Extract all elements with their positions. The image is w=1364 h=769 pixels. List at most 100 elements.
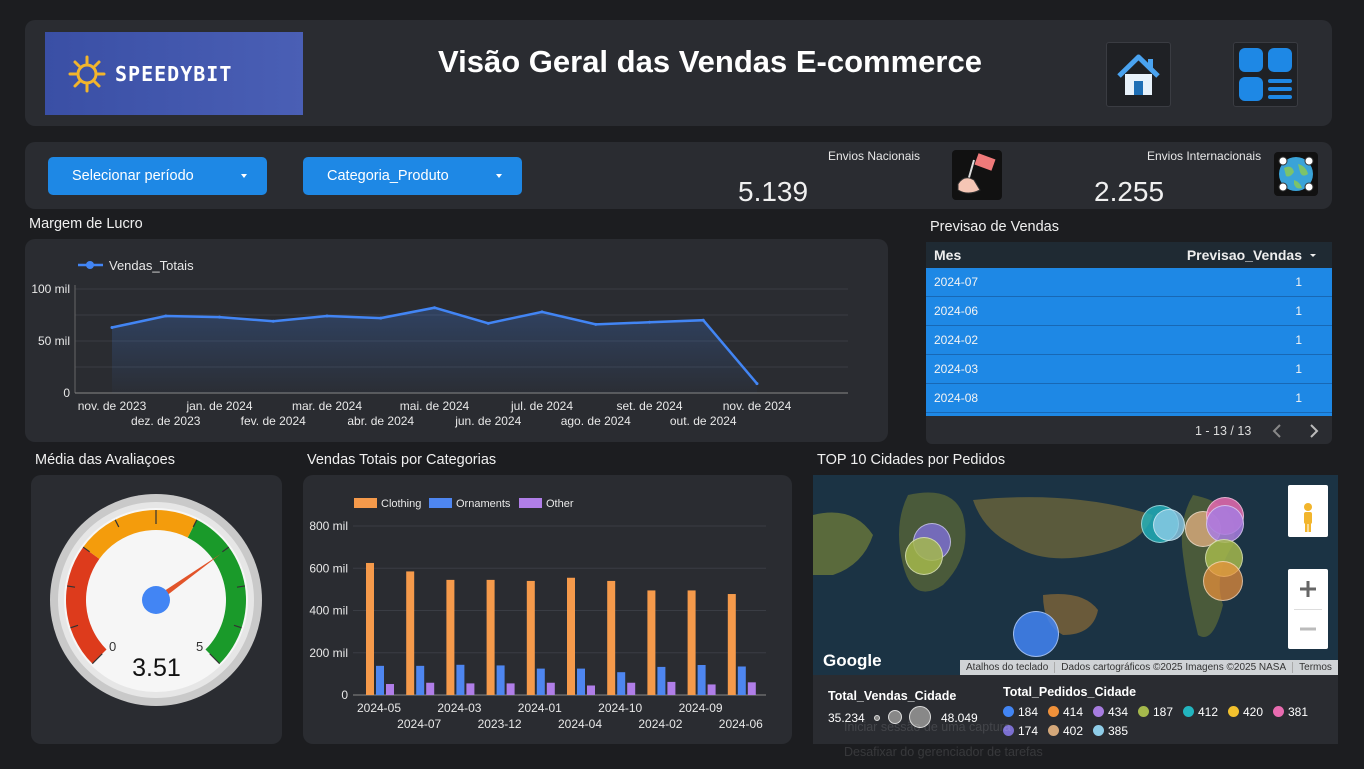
- bar-clothing: [406, 571, 415, 695]
- legend-label: Vendas_Totais: [109, 258, 194, 273]
- google-logo: Google: [823, 651, 882, 670]
- home-button[interactable]: [1106, 42, 1171, 107]
- x-tick-label: 2024-07: [397, 717, 441, 731]
- cell-month: 2024-08: [934, 391, 979, 405]
- color-legend-title: Total_Pedidos_Cidade: [1003, 685, 1137, 699]
- bar-other: [426, 682, 435, 695]
- category-selector[interactable]: Categoria_Produto: [303, 157, 522, 195]
- zoom-out-button[interactable]: [1288, 609, 1328, 649]
- bar-other: [707, 684, 716, 695]
- legend-swatch: [429, 498, 452, 508]
- legend-label: Clothing: [381, 498, 421, 510]
- city-bubble[interactable]: [1153, 509, 1185, 541]
- legend-swatch: [1273, 706, 1284, 717]
- table-row[interactable]: 2024-06 1: [926, 297, 1332, 326]
- y-tick-label: 800 mil: [309, 519, 348, 533]
- street-view-button[interactable]: [1288, 485, 1328, 537]
- legend-item: 420: [1228, 703, 1273, 720]
- table-row[interactable]: 2024-07 1: [926, 268, 1332, 297]
- zoom-in-button[interactable]: [1288, 569, 1328, 609]
- zoom-controls: [1288, 569, 1328, 649]
- legend-swatch: [1138, 706, 1149, 717]
- city-bubble[interactable]: [905, 537, 943, 575]
- forecast-table: Mes Previsao_Vendas 2024-07 1 2024-06 1 2024…: [926, 242, 1332, 416]
- city-bubble[interactable]: [1203, 561, 1243, 601]
- map-title: TOP 10 Cidades por Pedidos: [817, 452, 1006, 468]
- rating-title: Média das Avaliaçoes: [35, 452, 175, 468]
- x-tick-label: 2024-10: [598, 701, 642, 715]
- bar-clothing: [727, 594, 736, 695]
- legend-label: 385: [1108, 723, 1129, 738]
- sort-desc-icon[interactable]: [1310, 253, 1316, 257]
- data-point: [271, 319, 275, 323]
- table-row[interactable]: 2024-03 1: [926, 355, 1332, 384]
- table-header: Mes Previsao_Vendas: [926, 242, 1332, 268]
- rating-gauge-panel: 0 5 3.51: [31, 475, 282, 744]
- city-bubble[interactable]: [1013, 611, 1059, 657]
- cell-forecast: 1: [1295, 362, 1302, 376]
- bar-other: [466, 683, 475, 695]
- bar-clothing: [647, 590, 656, 695]
- x-tick-label: 2024-06: [719, 717, 763, 731]
- pegman-icon: [1304, 503, 1312, 532]
- legend-label: 184: [1018, 704, 1039, 719]
- keyboard-shortcuts-link[interactable]: Atalhos do teclado: [960, 662, 1054, 673]
- bar-ornaments: [456, 664, 465, 695]
- bar-ornaments: [697, 665, 706, 695]
- bar-ornaments: [737, 666, 746, 695]
- category-selector-label: Categoria_Produto: [327, 168, 449, 184]
- x-tick-label: nov. de 2023: [78, 399, 147, 413]
- gauge-hub: [142, 586, 170, 614]
- x-tick-label: fev. de 2024: [241, 414, 306, 428]
- x-tick-label: 2024-03: [437, 701, 481, 715]
- legend-item: 381: [1273, 703, 1318, 720]
- x-tick-label: 2024-02: [638, 717, 682, 731]
- legend-label: 414: [1063, 704, 1084, 719]
- chevron-down-icon: [241, 174, 247, 178]
- legend-swatch: [1003, 706, 1014, 717]
- x-tick-label: jun. de 2024: [454, 414, 521, 428]
- prev-page-icon[interactable]: [1270, 423, 1284, 439]
- x-tick-label: nov. de 2024: [723, 399, 792, 413]
- dashboard-menu-button[interactable]: [1233, 42, 1298, 107]
- y-tick-label: 600 mil: [309, 561, 348, 575]
- data-point: [540, 310, 544, 314]
- next-page-icon[interactable]: [1307, 423, 1321, 439]
- profit-line-chart[interactable]: 0 50 mil 100 mil nov. de 2023dez. de 2023ja…: [25, 239, 888, 442]
- map-terrain: [813, 475, 1338, 675]
- home-icon: [1117, 54, 1160, 95]
- legend-label: 174: [1018, 723, 1039, 738]
- cell-month: 2024-07: [934, 275, 979, 289]
- x-tick-label: 2024-05: [357, 701, 401, 715]
- gauge-value: 3.51: [132, 654, 181, 682]
- column-header-month[interactable]: Mes: [926, 247, 1162, 263]
- data-point: [648, 320, 651, 324]
- legend-swatch: [1093, 706, 1104, 717]
- data-point: [379, 316, 383, 320]
- legend-swatch: [354, 498, 377, 508]
- data-point: [486, 321, 490, 325]
- category-bar-chart[interactable]: 0 200 mil 400 mil 600 mil 800 mil 2024-05 2024…: [303, 475, 792, 744]
- category-chart-panel: 0 200 mil 400 mil 600 mil 800 mil 2024-05 2024…: [303, 475, 792, 744]
- gauge-min-label: 0: [109, 639, 117, 654]
- city-bubble[interactable]: [1206, 505, 1244, 543]
- bar-clothing: [567, 577, 575, 695]
- period-selector[interactable]: Selecionar período: [48, 157, 267, 195]
- terms-link[interactable]: Termos: [1292, 662, 1338, 673]
- area-fill: [112, 307, 757, 393]
- cities-map[interactable]: Google Atalhos do teclado Dados cartográ…: [813, 475, 1338, 675]
- bar-other: [587, 685, 595, 695]
- national-shipments-label: Envios Nacionais: [828, 149, 921, 163]
- x-tick-label: 2024-01: [518, 701, 562, 715]
- map-legend: Total_Vendas_Cidade 35.234 48.049 Total_…: [813, 675, 1338, 759]
- x-tick-label: dez. de 2023: [131, 414, 201, 428]
- logo-emblem-icon: [68, 55, 106, 92]
- bar-clothing: [486, 579, 495, 695]
- column-header-forecast[interactable]: Previsao_Vendas: [1162, 247, 1302, 263]
- table-row[interactable]: 2024-02 1: [926, 326, 1332, 355]
- legend-label: Ornaments: [456, 498, 511, 510]
- size-legend-title: Total_Vendas_Cidade: [828, 689, 957, 703]
- legend-label: 402: [1063, 723, 1084, 738]
- table-row[interactable]: 2024-08 1: [926, 384, 1332, 413]
- cell-forecast: 1: [1295, 391, 1302, 405]
